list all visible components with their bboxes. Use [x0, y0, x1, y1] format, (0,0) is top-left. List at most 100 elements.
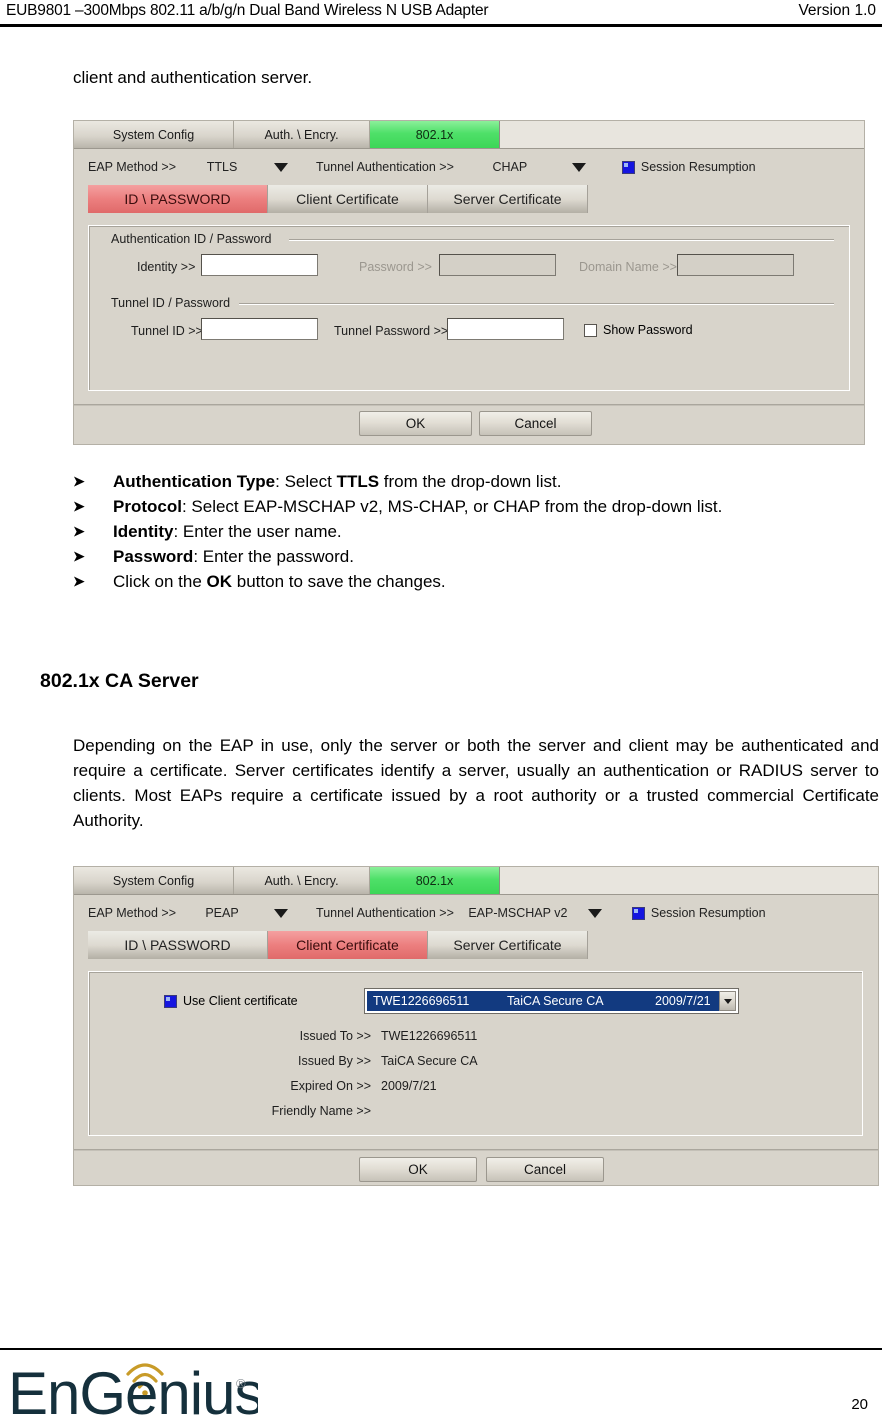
list-item-strong-2: TTLS	[336, 472, 380, 491]
cancel-button[interactable]: Cancel	[479, 411, 592, 436]
tab-8021x-2[interactable]: 802.1x	[370, 867, 500, 894]
dialog1-tabstrip: System Config Auth. \ Encry. 802.1x	[74, 121, 864, 149]
engenius-logo: EnGenius ®	[8, 1352, 265, 1427]
page-header-title: EUB9801 –300Mbps 802.11 a/b/g/n Dual Ban…	[6, 2, 489, 19]
list-item-text: Identity: Enter the user name.	[113, 519, 879, 544]
eap-method-dropdown-icon[interactable]	[274, 162, 289, 172]
ca-server-paragraph: Depending on the EAP in use, only the se…	[73, 736, 879, 830]
page-title: 802.1x CA Server	[40, 670, 199, 692]
list-item-text: Protocol: Select EAP-MSCHAP v2, MS-CHAP,…	[113, 494, 879, 519]
eap-method-dropdown-icon-2[interactable]	[274, 908, 289, 918]
client-certificate-selected-row: TWE1226696511 TaiCA Secure CA 2009/7/21	[367, 991, 719, 1011]
eap-method-value-2[interactable]: PEAP	[176, 906, 268, 920]
list-item: ➤ Password: Enter the password.	[73, 544, 879, 569]
group-tunnel-rule	[239, 303, 834, 305]
list-item: ➤ Authentication Type: Select TTLS from …	[73, 469, 879, 494]
dialog2-content-panel: Use Client certificate TWE1226696511 Tai…	[88, 971, 863, 1136]
ok-button-2[interactable]: OK	[359, 1157, 477, 1182]
session-resumption-label-2: Session Resumption	[650, 906, 766, 920]
domain-name-input[interactable]	[677, 254, 794, 276]
session-resumption-checkbox[interactable]	[621, 160, 635, 174]
tab-auth-encry[interactable]: Auth. \ Encry.	[234, 121, 370, 148]
cert-col-expired-on: 2009/7/21	[655, 994, 711, 1008]
tabstrip-filler-2	[500, 867, 878, 894]
client-certificate-dropdown[interactable]: TWE1226696511 TaiCA Secure CA 2009/7/21	[364, 988, 739, 1014]
subtab-client-certificate-2[interactable]: Client Certificate	[268, 931, 428, 959]
cert-col-issued-to: TWE1226696511	[373, 994, 470, 1008]
list-item-text: Authentication Type: Select TTLS from th…	[113, 469, 879, 494]
identity-input[interactable]	[201, 254, 318, 276]
svg-text:®: ®	[236, 1376, 246, 1391]
issued-by-value: TaiCA Secure CA	[381, 1054, 478, 1068]
tunnel-auth-dropdown-icon[interactable]	[571, 162, 586, 172]
list-item-text: Click on the OK button to save the chang…	[113, 569, 879, 594]
subtab-id-password-2[interactable]: ID \ PASSWORD	[88, 931, 268, 959]
session-resumption-label: Session Resumption	[640, 160, 756, 174]
identity-label: Identity >>	[137, 260, 196, 274]
tunnel-password-input[interactable]	[447, 318, 564, 340]
group-auth-id-password-legend: Authentication ID / Password	[107, 232, 276, 246]
tunnel-id-input[interactable]	[201, 318, 318, 340]
page-header-version: Version 1.0	[798, 2, 876, 19]
ok-button[interactable]: OK	[359, 411, 472, 436]
list-item-strong: Password	[113, 547, 194, 566]
password-input[interactable]	[439, 254, 556, 276]
tabstrip-filler	[500, 121, 864, 148]
bullet-arrow-icon: ➤	[73, 473, 85, 489]
subtab-id-password[interactable]: ID \ PASSWORD	[88, 185, 268, 213]
subtab-server-certificate[interactable]: Server Certificate	[428, 185, 588, 213]
list-item-rest: : Enter the password.	[193, 547, 354, 566]
list-item-rest-2: button to save the changes.	[232, 572, 446, 591]
tab-system-config-2[interactable]: System Config	[74, 867, 234, 894]
list-item-rest: : Select	[275, 472, 337, 491]
chevron-down-icon[interactable]	[719, 991, 736, 1011]
tab-auth-encry-2[interactable]: Auth. \ Encry.	[234, 867, 370, 894]
dialog2-eap-row: EAP Method >> PEAP Tunnel Authentication…	[74, 895, 878, 931]
show-password-checkbox[interactable]	[584, 323, 597, 337]
dialog1-content-panel: Authentication ID / Password Identity >>…	[88, 225, 850, 391]
intro-line: client and authentication server.	[73, 68, 313, 87]
bullet-list: ➤ Authentication Type: Select TTLS from …	[73, 469, 879, 594]
tunnel-auth-dropdown-icon-2[interactable]	[587, 908, 602, 918]
header-divider	[0, 24, 882, 27]
subtab-client-certificate[interactable]: Client Certificate	[268, 185, 428, 213]
eap-method-value[interactable]: TTLS	[176, 160, 268, 174]
list-item-rest: : Enter the user name.	[173, 522, 342, 541]
group-auth-id-password-rule	[289, 239, 834, 241]
list-item: ➤ Protocol: Select EAP-MSCHAP v2, MS-CHA…	[73, 494, 879, 519]
dialog1-subtabs: ID \ PASSWORD Client Certificate Server …	[88, 185, 588, 213]
caret-glyph	[723, 998, 732, 1004]
list-item: ➤ Click on the OK button to save the cha…	[73, 569, 879, 594]
tunnel-auth-value[interactable]: CHAP	[454, 160, 566, 174]
friendly-name-label: Friendly Name >>	[271, 1104, 371, 1118]
dialog1-eap-row: EAP Method >> TTLS Tunnel Authentication…	[74, 149, 864, 185]
subtab-server-certificate-2[interactable]: Server Certificate	[428, 931, 588, 959]
cancel-button-2[interactable]: Cancel	[486, 1157, 604, 1182]
footer-divider	[0, 1348, 882, 1350]
session-resumption-checkbox-2[interactable]	[631, 906, 645, 920]
list-item-strong: Protocol	[113, 497, 182, 516]
list-item: ➤ Identity: Enter the user name.	[73, 519, 879, 544]
use-client-certificate-checkbox[interactable]	[164, 994, 177, 1008]
list-item-rest: : Select EAP-MSCHAP v2, MS-CHAP, or CHAP…	[181, 497, 723, 516]
eap-method-label: EAP Method >>	[88, 160, 177, 174]
list-item-strong: Identity	[113, 522, 174, 541]
bullet-arrow-icon: ➤	[73, 523, 85, 539]
tunnel-auth-value-2[interactable]: EAP-MSCHAP v2	[454, 906, 582, 920]
list-item-text: Password: Enter the password.	[113, 544, 879, 569]
group-tunnel-legend: Tunnel ID / Password	[107, 296, 235, 310]
bullet-arrow-icon: ➤	[73, 498, 85, 514]
expired-on-label: Expired On >>	[290, 1079, 371, 1093]
tunnel-auth-label: Tunnel Authentication >>	[316, 160, 454, 174]
issued-to-label: Issued To >>	[299, 1029, 371, 1043]
tab-system-config[interactable]: System Config	[74, 121, 234, 148]
password-label: Password >>	[359, 260, 432, 274]
dialog-8021x-client-certificate: System Config Auth. \ Encry. 802.1x EAP …	[73, 866, 879, 1186]
tab-8021x[interactable]: 802.1x	[370, 121, 500, 148]
tunnel-id-label: Tunnel ID >>	[131, 324, 203, 338]
list-item-strong: Authentication Type	[113, 472, 276, 491]
tunnel-auth-label-2: Tunnel Authentication >>	[316, 906, 454, 920]
domain-name-label: Domain Name >>	[579, 260, 677, 274]
list-item-rest-2: from the drop-down list.	[379, 472, 562, 491]
show-password-row: Show Password	[584, 323, 693, 337]
